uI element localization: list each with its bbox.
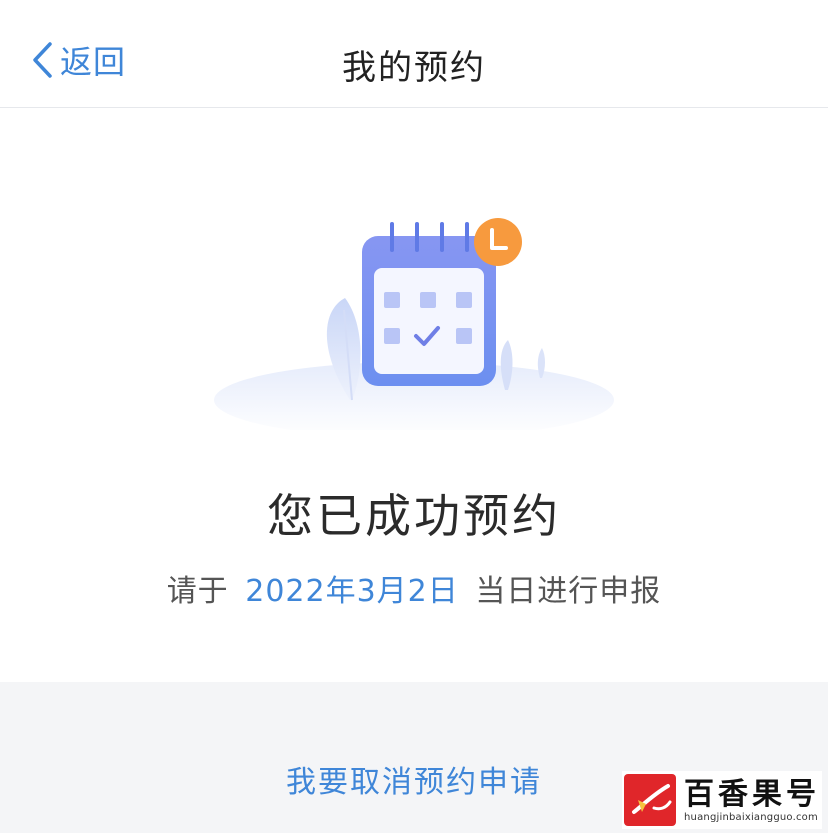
clock-icon — [474, 218, 522, 266]
appointment-date: 2022年3月2日 — [245, 574, 459, 609]
success-heading: 您已成功预约 — [267, 489, 561, 543]
page-title: 我的预约 — [342, 48, 486, 88]
watermark-name: 百香果号 — [684, 776, 820, 812]
watermark-url: huangjinbaixiangguo.com — [684, 811, 818, 823]
notice-prefix: 请于 — [166, 574, 229, 609]
appointment-notice: 请于 2022年3月2日 当日进行申报 — [0, 566, 828, 610]
notice-suffix: 当日进行申报 — [475, 574, 662, 609]
watermark: 百香果号 huangjinbaixiangguo.com — [622, 771, 822, 829]
nav-bar: 返回 我的预约 — [0, 0, 828, 108]
calendar-illustration — [214, 218, 614, 430]
watermark-logo — [624, 774, 676, 826]
